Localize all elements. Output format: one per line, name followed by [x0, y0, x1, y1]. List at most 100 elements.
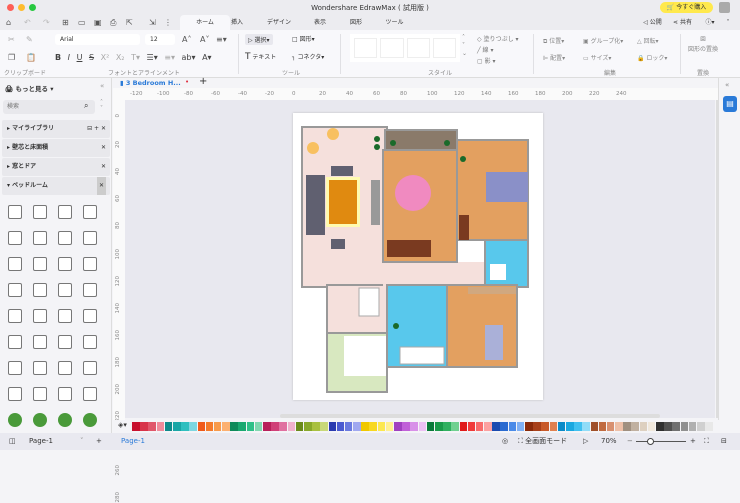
subscript-icon[interactable]: X₂ — [116, 53, 125, 62]
library-shape[interactable] — [33, 283, 47, 297]
buy-now-button[interactable]: 🛒 今すぐ購入 — [660, 2, 713, 13]
fit-width-icon[interactable]: ⊟ — [721, 433, 727, 450]
export-icon[interactable]: ⇱ — [126, 15, 133, 30]
color-swatch[interactable] — [541, 422, 549, 431]
color-swatch[interactable] — [606, 422, 615, 431]
color-swatch[interactable] — [254, 422, 263, 431]
bold-icon[interactable]: B — [55, 53, 61, 62]
category-bedroom[interactable]: ▾ ベッドルーム ✕ — [2, 177, 110, 195]
color-swatch[interactable] — [623, 422, 631, 431]
color-swatch[interactable] — [533, 422, 541, 431]
color-swatch[interactable] — [484, 422, 492, 431]
style-gallery[interactable] — [350, 34, 460, 62]
color-swatch[interactable] — [246, 422, 255, 431]
style-swatch[interactable] — [380, 38, 404, 58]
color-swatch[interactable] — [213, 422, 222, 431]
library-shape[interactable] — [83, 387, 97, 401]
page-panel-icon[interactable]: ◫ — [9, 433, 16, 450]
paste-icon[interactable]: 📋 — [26, 50, 36, 65]
search-icon[interactable]: ⌕ — [84, 101, 88, 111]
zoom-slider-knob[interactable] — [647, 438, 655, 445]
library-shape[interactable] — [83, 231, 97, 245]
more-icon[interactable]: ⋮ — [164, 15, 172, 30]
library-shape[interactable] — [33, 231, 47, 245]
strikethrough-icon[interactable]: S — [89, 53, 94, 62]
library-shape[interactable] — [58, 309, 72, 323]
font-color-icon[interactable]: ab▾ — [182, 53, 196, 62]
color-swatch[interactable] — [172, 422, 181, 431]
color-swatch[interactable] — [140, 422, 148, 431]
style-swatch[interactable] — [406, 38, 430, 58]
scroll-arrows[interactable]: ˄ ˅ — [100, 100, 103, 112]
italic-icon[interactable]: I — [68, 53, 70, 62]
library-shape[interactable] — [83, 361, 97, 375]
color-swatch[interactable] — [615, 422, 623, 431]
library-shape[interactable] — [33, 257, 47, 271]
bullet-list-icon[interactable]: ☰▾ — [147, 53, 158, 62]
color-swatch[interactable] — [312, 422, 320, 431]
copy-icon[interactable]: ❐ — [8, 50, 15, 65]
color-swatch[interactable] — [353, 422, 361, 431]
replace-shape-button[interactable]: ⧈ 図形の置換 — [688, 34, 718, 53]
text-tool-button[interactable]: T テキスト — [245, 52, 276, 62]
clear-format-icon[interactable]: T▾ — [131, 53, 140, 62]
font-size-select[interactable]: 12 — [145, 34, 175, 45]
group-button[interactable]: ▣ グループ化▾ — [583, 36, 623, 45]
hallway[interactable] — [383, 262, 487, 287]
color-swatch[interactable] — [320, 422, 328, 431]
color-swatch[interactable] — [263, 422, 271, 431]
library-shape[interactable] — [58, 413, 72, 427]
close-icon[interactable]: ✕ — [101, 158, 106, 176]
print-icon[interactable]: ⎙ — [110, 15, 116, 30]
library-shape[interactable] — [8, 257, 22, 271]
category-walls[interactable]: ▸ 壁芯と床面積 ✕ — [2, 139, 110, 157]
cut-icon[interactable]: ✂ — [8, 32, 15, 47]
color-swatch[interactable] — [516, 422, 525, 431]
connector-tool-button[interactable]: ┐ コネクタ▾ — [292, 52, 324, 61]
color-swatch[interactable] — [344, 422, 353, 431]
library-shape[interactable] — [33, 309, 47, 323]
redo-icon[interactable]: ↷ — [43, 15, 50, 30]
horizontal-scrollbar[interactable] — [280, 414, 660, 418]
color-swatch[interactable] — [132, 422, 140, 431]
undo-icon[interactable]: ↶ — [24, 15, 31, 30]
color-swatch[interactable] — [295, 422, 304, 431]
shadow-button[interactable]: ▢ 影 ▾ — [477, 56, 519, 67]
color-swatch[interactable] — [525, 422, 533, 431]
color-swatch[interactable] — [205, 422, 214, 431]
color-swatch[interactable] — [418, 422, 427, 431]
color-swatch[interactable] — [508, 422, 517, 431]
library-shape[interactable] — [58, 205, 72, 219]
tab-design[interactable]: デザイン — [264, 15, 294, 30]
library-shape[interactable] — [8, 413, 22, 427]
tab-home[interactable]: ホーム — [180, 15, 230, 30]
color-swatch[interactable] — [426, 422, 435, 431]
library-shape[interactable] — [58, 335, 72, 349]
library-shape[interactable] — [8, 283, 22, 297]
color-swatch[interactable] — [336, 422, 345, 431]
save-icon[interactable]: ▣ — [94, 15, 102, 30]
library-shape[interactable] — [58, 231, 72, 245]
color-swatch[interactable] — [238, 422, 247, 431]
page-selector[interactable]: Page-1 — [29, 433, 53, 450]
superscript-icon[interactable]: X² — [101, 53, 110, 62]
import-icon[interactable]: ⇲ — [149, 15, 156, 30]
rotate-button[interactable]: △ 回転▾ — [637, 36, 659, 45]
balcony[interactable] — [384, 129, 458, 151]
library-shape[interactable] — [58, 387, 72, 401]
style-scroll[interactable]: ˄ ˅ ⌄ — [462, 34, 467, 58]
line-button[interactable]: ╱ 線 ▾ — [477, 45, 519, 56]
numbered-list-icon[interactable]: ≡▾ — [164, 53, 175, 62]
library-shape[interactable] — [83, 335, 97, 349]
more-libraries-button[interactable]: 🖨 もっと見る ▾ — [5, 83, 54, 93]
color-swatch[interactable] — [680, 422, 689, 431]
increase-font-icon[interactable]: A˄ — [182, 32, 191, 47]
underline-icon[interactable]: U — [77, 53, 83, 62]
color-swatch[interactable] — [230, 422, 238, 431]
bedroom-3[interactable] — [446, 284, 518, 368]
fill-bucket-icon[interactable]: ◈▾ — [118, 421, 127, 429]
play-icon[interactable]: ▷ — [583, 433, 588, 450]
color-swatch[interactable] — [197, 422, 206, 431]
color-swatch[interactable] — [565, 422, 574, 431]
color-swatch[interactable] — [385, 422, 394, 431]
